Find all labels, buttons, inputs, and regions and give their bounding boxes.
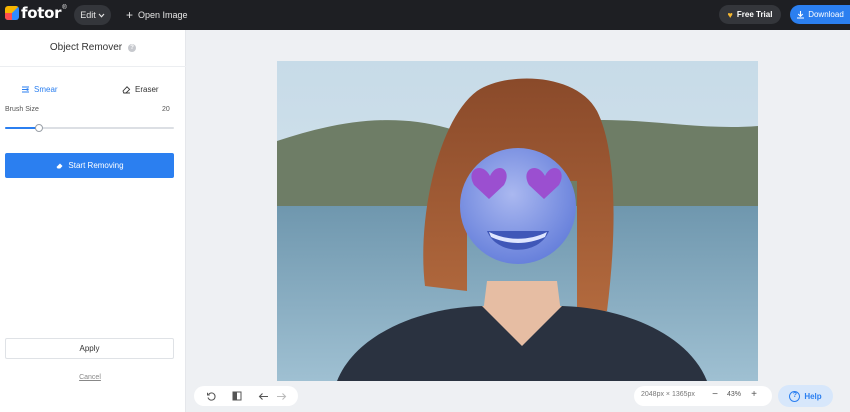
panel-divider (0, 66, 186, 67)
help-label: Help (804, 391, 822, 401)
start-removing-label: Start Removing (68, 161, 124, 170)
open-image-button[interactable]: + Open Image (126, 7, 188, 23)
brush-size-value: 20 (162, 106, 170, 113)
fotor-logo-icon (5, 6, 19, 20)
zoom-out-button[interactable]: − (710, 389, 720, 400)
reset-icon[interactable] (205, 390, 217, 402)
panel-title: Object Remover ? (0, 42, 186, 53)
logo-registered-mark: ® (62, 5, 67, 11)
tab-eraser[interactable]: Eraser (121, 82, 159, 96)
brush-size-slider-fill (5, 127, 39, 129)
panel-title-text: Object Remover (49, 42, 123, 53)
object-remover-panel: Object Remover ? Smear Eraser Brush Size… (0, 30, 186, 412)
tab-smear[interactable]: Smear (21, 82, 58, 96)
free-trial-label: Free Trial (736, 10, 773, 19)
canvas-image[interactable] (277, 61, 758, 381)
brush-size-slider[interactable] (5, 124, 174, 132)
chevron-down-icon (98, 13, 105, 18)
zoom-in-button[interactable]: + (749, 389, 759, 400)
zoom-level: 43% (727, 391, 742, 398)
open-image-label: Open Image (138, 10, 188, 20)
apply-button[interactable]: Apply (5, 338, 174, 359)
start-removing-button[interactable]: Start Removing (5, 153, 174, 178)
edit-menu-button[interactable]: Edit (74, 5, 111, 25)
fotor-logo[interactable]: fotor ® (5, 4, 67, 22)
compare-icon[interactable] (231, 390, 243, 402)
apply-label: Apply (79, 344, 100, 353)
help-circle-icon: ? (789, 390, 801, 402)
help-button[interactable]: ? Help (778, 385, 833, 407)
free-trial-button[interactable]: ♥ Free Trial (719, 5, 781, 24)
download-icon (797, 11, 805, 19)
smear-brush-icon (22, 86, 29, 92)
canvas-toolbar (194, 386, 298, 406)
zoom-bar: 2048px × 1365px − 43% + (634, 386, 772, 406)
brush-size-label: Brush Size (5, 106, 39, 113)
photo-woman-with-emoji (277, 61, 758, 381)
tab-smear-label: Smear (34, 84, 58, 94)
remove-icon (56, 163, 63, 169)
tab-eraser-label: Eraser (135, 84, 159, 94)
heart-icon: ♥ (727, 9, 733, 20)
info-icon[interactable]: ? (128, 43, 137, 52)
undo-arrow-icon[interactable] (257, 390, 269, 402)
image-dimensions: 2048px × 1365px (641, 391, 695, 398)
download-button[interactable]: Download (790, 5, 850, 24)
plus-icon: + (126, 8, 134, 22)
logo-text: fotor (21, 4, 62, 22)
redo-arrow-icon[interactable] (275, 390, 287, 402)
eraser-icon (122, 85, 131, 93)
brush-size-slider-thumb[interactable] (34, 124, 43, 132)
download-label: Download (808, 10, 844, 19)
cancel-link[interactable]: Cancel (0, 374, 180, 381)
edit-menu-label: Edit (80, 10, 96, 20)
top-bar: fotor ® Edit + Open Image ♥ Free Trial D… (0, 0, 850, 30)
